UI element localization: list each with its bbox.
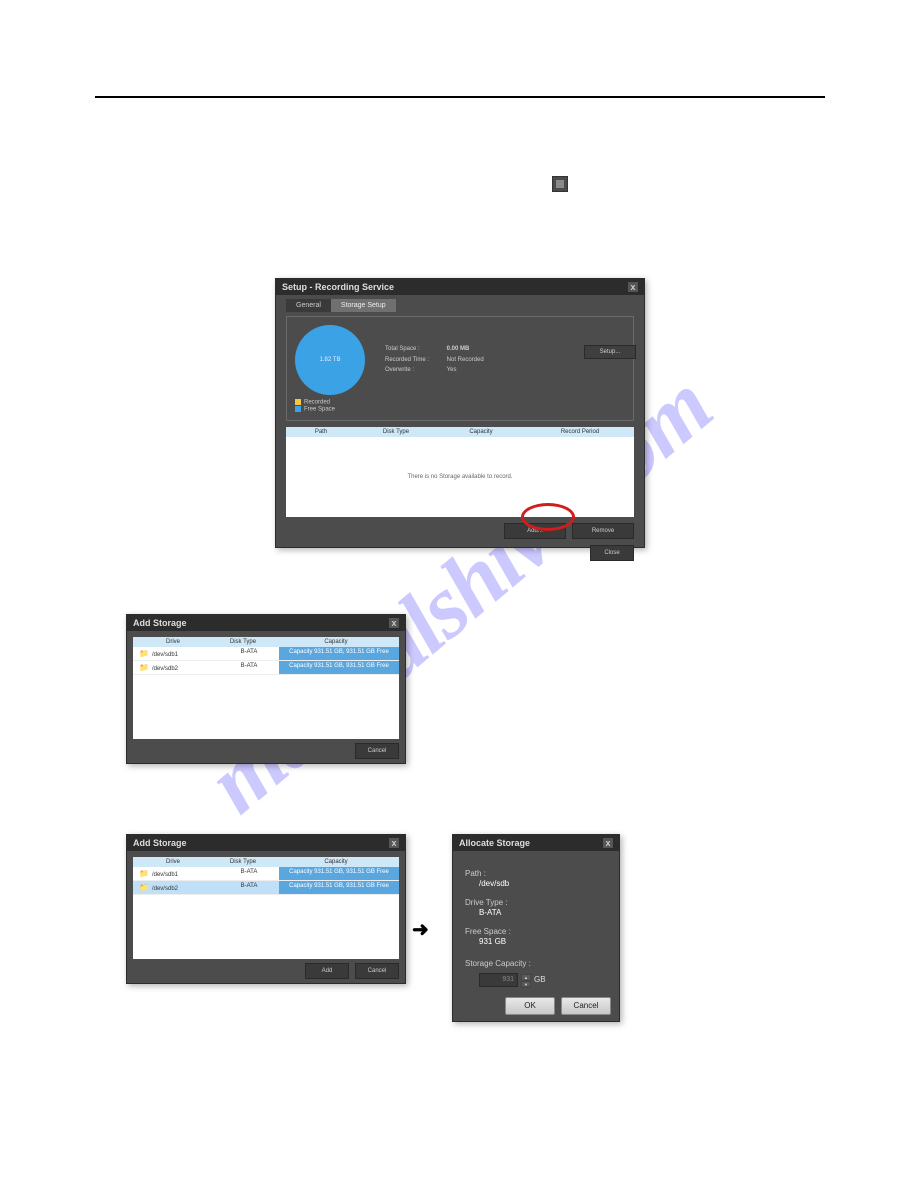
legend: Recorded Free Space xyxy=(295,399,625,412)
storage-capacity-input[interactable]: 931 xyxy=(479,973,518,987)
add-storage-window-1: Add Storage x Drive Disk Type Capacity 📁… xyxy=(126,614,406,764)
drive-type-label: Drive Type : xyxy=(465,898,607,908)
chevron-down-icon[interactable]: ▼ xyxy=(521,981,531,988)
storage-table-header: Path Disk Type Capacity Record Period xyxy=(286,427,634,437)
cancel-button[interactable]: Cancel xyxy=(355,743,399,759)
path-label: Path : xyxy=(465,869,607,879)
add-storage-title: Add Storage xyxy=(133,618,187,628)
drive-icon: 📁 xyxy=(139,663,149,672)
setup-recording-service-window: Setup - Recording Service x General Stor… xyxy=(275,278,645,548)
storage-pie-chart: 1.82 TB xyxy=(295,325,365,395)
allocate-storage-title: Allocate Storage xyxy=(459,838,530,848)
setup-window-title: Setup - Recording Service xyxy=(282,282,394,292)
drive-icon: 📁 xyxy=(139,869,149,878)
allocate-storage-window: Allocate Storage x Path : /dev/sdb Drive… xyxy=(452,834,620,1022)
drive-type-value: B-ATA xyxy=(465,908,607,918)
close-button[interactable]: Close xyxy=(590,545,634,561)
cancel-button[interactable]: Cancel xyxy=(355,963,399,979)
drive-icon: 📁 xyxy=(139,649,149,658)
empty-message: There is no Storage available to record. xyxy=(407,474,512,480)
add-storage-window-2: Add Storage x Drive Disk Type Capacity 📁… xyxy=(126,834,406,984)
free-space-label: Free Space : xyxy=(465,927,607,937)
service-manager-icon xyxy=(552,176,568,192)
drive-icon: 📁 xyxy=(139,883,149,892)
horizontal-rule xyxy=(95,96,825,98)
ok-button[interactable]: OK xyxy=(505,997,555,1015)
tab-general[interactable]: General xyxy=(286,299,331,312)
arrow-right-icon: ➜ xyxy=(412,917,429,942)
cancel-button[interactable]: Cancel xyxy=(561,997,611,1015)
setup-button[interactable]: Setup... xyxy=(584,345,636,359)
remove-button[interactable]: Remove xyxy=(572,523,634,539)
capacity-spinner[interactable]: ▲▼ xyxy=(521,974,531,986)
pie-total-label: 1.82 TB xyxy=(320,357,341,363)
list-item-selected[interactable]: 📁/dev/sdb2 B-ATA Capacity 931.51 GB, 931… xyxy=(133,881,399,895)
free-space-value: 931 GB xyxy=(465,937,607,947)
tab-storage-setup[interactable]: Storage Setup xyxy=(331,299,396,312)
close-icon[interactable]: x xyxy=(389,618,399,628)
close-icon[interactable]: x xyxy=(603,838,613,848)
setup-window-titlebar: Setup - Recording Service x xyxy=(276,279,644,295)
path-value: /dev/sdb xyxy=(465,879,607,889)
close-icon[interactable]: x xyxy=(628,282,638,292)
storage-capacity-label: Storage Capacity : xyxy=(465,959,607,969)
list-item[interactable]: 📁/dev/sdb1 B-ATA Capacity 931.51 GB, 931… xyxy=(133,867,399,881)
chevron-up-icon[interactable]: ▲ xyxy=(521,974,531,981)
add-storage-header: Drive Disk Type Capacity xyxy=(133,857,399,867)
list-item[interactable]: 📁/dev/sdb2 B-ATA Capacity 931.51 GB, 931… xyxy=(133,661,399,675)
add-button[interactable]: Add xyxy=(305,963,349,979)
list-item[interactable]: 📁/dev/sdb1 B-ATA Capacity 931.51 GB, 931… xyxy=(133,647,399,661)
storage-table-body: There is no Storage available to record. xyxy=(286,437,634,517)
capacity-unit: GB xyxy=(534,975,546,985)
add-storage-header: Drive Disk Type Capacity xyxy=(133,637,399,647)
close-icon[interactable]: x xyxy=(389,838,399,848)
add-storage-title: Add Storage xyxy=(133,838,187,848)
red-highlight-oval xyxy=(521,503,575,531)
